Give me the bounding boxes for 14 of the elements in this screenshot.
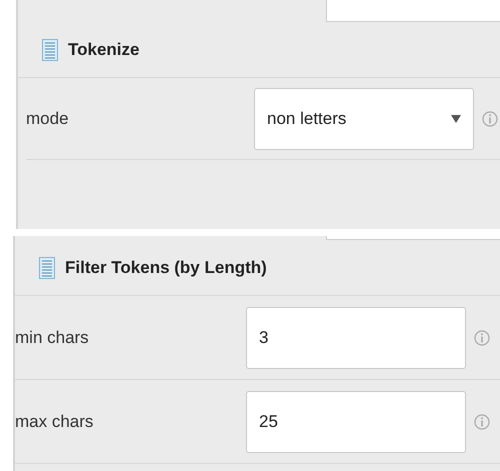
panel-title: Filter Tokens (by Length) <box>65 256 267 279</box>
panel-title: Tokenize <box>68 38 140 61</box>
info-icon[interactable] <box>474 330 490 346</box>
mode-dropdown[interactable]: non letters <box>254 88 474 150</box>
number-field[interactable]: 25 <box>246 390 466 452</box>
dropdown-caret-icon <box>451 114 461 122</box>
info-icon[interactable] <box>482 110 498 126</box>
parameter-label: max chars <box>15 410 94 433</box>
document-icon <box>42 38 58 60</box>
info-icon[interactable] <box>474 414 490 430</box>
parameter-label: mode <box>26 108 70 130</box>
document-icon <box>39 256 55 278</box>
number-field[interactable]: 3 <box>246 306 466 368</box>
parameter-label: min chars <box>15 326 90 349</box>
